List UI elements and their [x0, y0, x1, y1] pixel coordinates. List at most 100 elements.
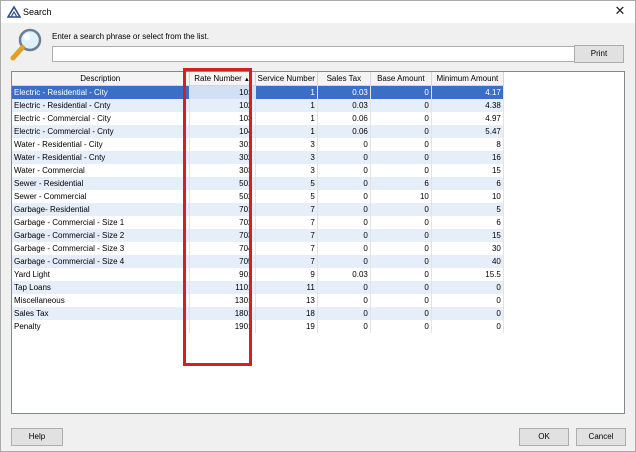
cell-rate-number: 704	[189, 242, 256, 255]
table-row[interactable]: Sewer - Residential 501 5 0 6 6	[12, 177, 504, 190]
table-row[interactable]: Garbage- Residential 701 7 0 0 5	[12, 203, 504, 216]
window-title: Search	[23, 7, 52, 17]
cell-description: Sewer - Residential	[12, 177, 190, 190]
cell-sales-tax: 0	[317, 281, 371, 294]
col-header-minimum-amount[interactable]: Minimum Amount	[431, 72, 504, 86]
cell-minimum-amount: 15	[431, 229, 504, 242]
cell-base-amount: 0	[370, 268, 432, 281]
cell-rate-number: 701	[189, 203, 256, 216]
cell-base-amount: 0	[370, 164, 432, 177]
cell-rate-number: 104	[189, 125, 256, 138]
search-dialog: Search ✕ Enter a search phrase or select…	[0, 0, 636, 452]
header-row: Description Rate Number ▲ Service Number …	[12, 72, 504, 86]
cell-rate-number: 302	[189, 151, 256, 164]
cell-sales-tax: 0.06	[317, 112, 371, 125]
cell-service-number: 3	[255, 138, 318, 151]
cell-base-amount: 6	[370, 177, 432, 190]
cell-minimum-amount: 6	[431, 216, 504, 229]
cell-base-amount: 0	[370, 320, 432, 333]
cell-base-amount: 0	[370, 216, 432, 229]
cell-base-amount: 0	[370, 85, 432, 99]
cell-base-amount: 0	[370, 112, 432, 125]
cell-minimum-amount: 0	[431, 320, 504, 333]
cell-description: Garbage - Commercial - Size 2	[12, 229, 190, 242]
cell-description: Electric - Residential - City	[12, 85, 190, 99]
rates-table[interactable]: Description Rate Number ▲ Service Number …	[11, 71, 625, 414]
cell-description: Garbage - Commercial - Size 1	[12, 216, 190, 229]
cancel-button[interactable]: Cancel	[576, 428, 626, 446]
cell-description: Garbage- Residential	[12, 203, 190, 216]
cell-minimum-amount: 15	[431, 164, 504, 177]
search-input[interactable]	[52, 46, 575, 62]
table-row[interactable]: Electric - Residential - Cnty 102 1 0.03 0 4.…	[12, 99, 504, 112]
cell-base-amount: 0	[370, 255, 432, 268]
col-header-sales-tax[interactable]: Sales Tax	[317, 72, 371, 86]
table-row[interactable]: Miscellaneous 1301 13 0 0 0	[12, 294, 504, 307]
table-row[interactable]: Water - Residential - Cnty 302 3 0 0 16	[12, 151, 504, 164]
cell-description: Sales Tax	[12, 307, 190, 320]
cell-service-number: 5	[255, 190, 318, 203]
cell-minimum-amount: 16	[431, 151, 504, 164]
cell-description: Water - Residential - City	[12, 138, 190, 151]
cell-sales-tax: 0	[317, 151, 371, 164]
cell-minimum-amount: 4.97	[431, 112, 504, 125]
cell-rate-number: 301	[189, 138, 256, 151]
table-row[interactable]: Garbage - Commercial - Size 2 703 7 0 0 15	[12, 229, 504, 242]
col-header-service-number[interactable]: Service Number	[255, 72, 318, 86]
cell-rate-number: 1101	[189, 281, 256, 294]
table-row[interactable]: Sales Tax 1801 18 0 0 0	[12, 307, 504, 320]
table-row[interactable]: Garbage - Commercial - Size 3 704 7 0 0 30	[12, 242, 504, 255]
cell-minimum-amount: 0	[431, 281, 504, 294]
cell-base-amount: 0	[370, 242, 432, 255]
table-row[interactable]: Electric - Commercial - City 103 1 0.06 0 4.9…	[12, 112, 504, 125]
title-bar: Search ✕	[1, 1, 635, 23]
cell-description: Electric - Residential - Cnty	[12, 99, 190, 112]
cell-sales-tax: 0	[317, 307, 371, 320]
ok-button[interactable]: OK	[519, 428, 569, 446]
cell-rate-number: 901	[189, 268, 256, 281]
cell-service-number: 13	[255, 294, 318, 307]
print-button[interactable]: Print	[574, 45, 624, 63]
cell-sales-tax: 0	[317, 190, 371, 203]
cell-service-number: 7	[255, 216, 318, 229]
cell-service-number: 1	[255, 125, 318, 138]
close-icon[interactable]: ✕	[613, 4, 627, 18]
cell-description: Garbage - Commercial - Size 3	[12, 242, 190, 255]
cell-minimum-amount: 5.47	[431, 125, 504, 138]
col-header-description[interactable]: Description	[12, 72, 190, 86]
cell-rate-number: 102	[189, 99, 256, 112]
cell-service-number: 1	[255, 85, 318, 99]
cell-rate-number: 1901	[189, 320, 256, 333]
table-row[interactable]: Garbage - Commercial - Size 1 702 7 0 0 6	[12, 216, 504, 229]
cell-service-number: 5	[255, 177, 318, 190]
table-row[interactable]: Yard Light 901 9 0.03 0 15.5	[12, 268, 504, 281]
cell-rate-number: 1301	[189, 294, 256, 307]
cell-base-amount: 0	[370, 99, 432, 112]
cell-rate-number: 705	[189, 255, 256, 268]
cell-sales-tax: 0	[317, 255, 371, 268]
col-header-rate-number[interactable]: Rate Number ▲	[189, 72, 256, 86]
table-row[interactable]: Electric - Commercial - Cnty 104 1 0.06 0 5.4…	[12, 125, 504, 138]
app-logo-icon	[7, 5, 21, 18]
cell-service-number: 9	[255, 268, 318, 281]
cell-base-amount: 0	[370, 203, 432, 216]
cell-rate-number: 702	[189, 216, 256, 229]
cell-sales-tax: 0	[317, 164, 371, 177]
table-row[interactable]: Water - Residential - City 301 3 0 0 8	[12, 138, 504, 151]
cell-rate-number: 703	[189, 229, 256, 242]
cell-description: Water - Commercial	[12, 164, 190, 177]
cell-service-number: 18	[255, 307, 318, 320]
col-header-base-amount[interactable]: Base Amount	[370, 72, 432, 86]
table-row[interactable]: Penalty 1901 19 0 0 0	[12, 320, 504, 333]
cell-sales-tax: 0.03	[317, 85, 371, 99]
cell-minimum-amount: 30	[431, 242, 504, 255]
table-row[interactable]: Sewer - Commercial 502 5 0 10 10	[12, 190, 504, 203]
help-button[interactable]: Help	[11, 428, 63, 446]
cell-base-amount: 10	[370, 190, 432, 203]
table-row[interactable]: Water - Commercial 303 3 0 0 15	[12, 164, 504, 177]
table-row[interactable]: Electric - Residential - City 101 1 0.03 0 4.…	[12, 85, 504, 99]
table-row[interactable]: Tap Loans 1101 11 0 0 0	[12, 281, 504, 294]
table-row[interactable]: Garbage - Commercial - Size 4 705 7 0 0 40	[12, 255, 504, 268]
cell-base-amount: 0	[370, 229, 432, 242]
cell-description: Electric - Commercial - Cnty	[12, 125, 190, 138]
